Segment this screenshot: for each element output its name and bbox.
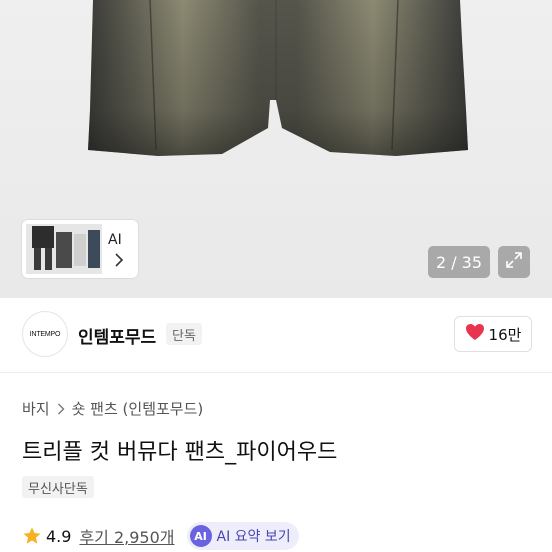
ai-summary-button[interactable]: AI AI 요약 보기 [186,522,299,550]
chevron-right-icon [57,403,65,415]
like-count: 16만 [488,325,522,344]
brand-exclusive-tag: 단독 [166,323,202,345]
breadcrumb-subcategory[interactable]: 숏 팬츠 (인템포무드) [72,398,204,419]
brand-like-button[interactable]: 16만 [454,316,532,352]
brand-logo[interactable]: INTEMPO [22,311,68,357]
review-count-link[interactable]: 후기 2,950개 [79,524,174,548]
chevron-right-icon [114,252,124,271]
exclusive-badge: 무신사단독 [22,476,94,498]
thumbnail-image [26,224,102,274]
expand-icon [504,250,524,274]
thumbnail-ai-label: AI [108,232,122,248]
rating-value: 4.9 [46,526,72,546]
brand-name[interactable]: 인템포무드 [78,323,156,348]
breadcrumb: 바지 숏 팬츠 (인템포무드) [22,398,203,419]
rating-row: 4.9 후기 2,950개 AI AI 요약 보기 [22,522,299,550]
product-image-gallery[interactable]: AI 2 / 35 [0,0,552,298]
ai-badge-icon: AI [189,525,212,547]
ai-summary-label: AI 요약 보기 [216,529,291,545]
product-title: 트리플 컷 버뮤다 팬츠_파이어우드 [22,440,338,465]
star-icon [22,526,42,546]
brand-logo-text: INTEMPO [29,330,61,338]
image-counter: 2 / 35 [428,246,490,278]
divider [0,372,552,373]
breadcrumb-category[interactable]: 바지 [22,398,50,419]
brand-row: INTEMPO 인템포무드 단독 16만 [0,298,552,372]
expand-button[interactable] [498,246,530,278]
heart-icon [465,323,485,345]
